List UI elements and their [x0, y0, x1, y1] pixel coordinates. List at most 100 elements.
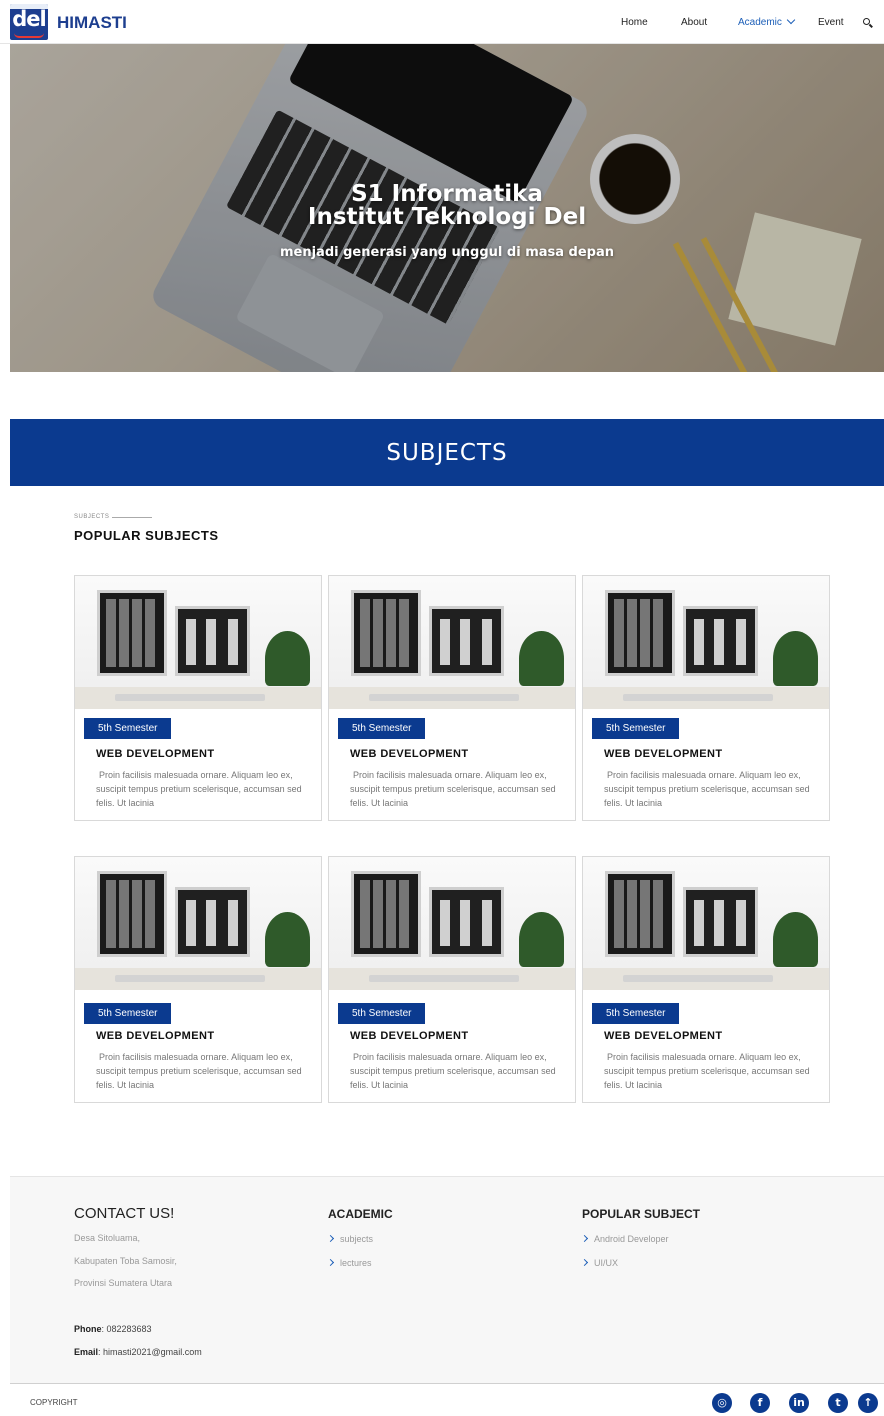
footer-link-subjects[interactable]: subjects	[326, 1234, 374, 1244]
footer-link-label: UI/UX	[594, 1258, 619, 1268]
card-description: Proin facilisis malesuada ornare. Aliqua…	[96, 1052, 302, 1090]
facebook-icon[interactable]: f	[750, 1393, 770, 1413]
monitor-left	[605, 871, 675, 957]
monitor-column	[694, 900, 704, 946]
nav-event[interactable]: Event	[818, 17, 844, 28]
plant	[265, 912, 310, 967]
email-row: Email: himasti2021@gmail.com	[74, 1347, 202, 1357]
hero-tagline: menjadi generasi yang unggul di masa dep…	[279, 245, 615, 260]
monitor-right	[683, 887, 758, 957]
monitor-column	[714, 900, 724, 946]
subject-card[interactable]: 5th Semester WEB DEVELOPMENT Proin facil…	[582, 575, 830, 821]
card-description: Proin facilisis malesuada ornare. Aliqua…	[350, 1052, 556, 1090]
site-header: del HIMASTI Home About Academic Event	[0, 0, 884, 44]
monitor-left	[351, 871, 421, 957]
footer-link-lectures[interactable]: lectures	[326, 1258, 372, 1268]
bottom-bar: COPYRIGHT ◎ f in t ↑	[10, 1383, 884, 1416]
card-title[interactable]: WEB DEVELOPMENT	[350, 1030, 468, 1042]
monitor-column	[482, 619, 492, 665]
monitor-right	[175, 606, 250, 676]
search-icon[interactable]	[863, 18, 870, 25]
chevron-right-icon	[580, 1258, 589, 1267]
semester-badge: 5th Semester	[592, 718, 680, 739]
plant	[519, 631, 564, 686]
footer-link-uiux[interactable]: UI/UX	[580, 1258, 619, 1268]
card-title[interactable]: WEB DEVELOPMENT	[350, 748, 468, 760]
twitter-icon[interactable]: t	[828, 1393, 848, 1413]
back-to-top-icon[interactable]: ↑	[858, 1393, 878, 1413]
card-title[interactable]: WEB DEVELOPMENT	[96, 1030, 214, 1042]
monitor-column	[482, 900, 492, 946]
monitor-column	[714, 619, 724, 665]
phone-row: Phone: 082283683	[74, 1324, 152, 1334]
subject-card[interactable]: 5th Semester WEB DEVELOPMENT Proin facil…	[328, 575, 576, 821]
semester-badge: 5th Semester	[592, 1003, 680, 1024]
address-line: Desa Sitoluama,	[74, 1233, 141, 1243]
semester-badge: 5th Semester	[338, 718, 426, 739]
instagram-icon[interactable]: ◎	[712, 1393, 732, 1413]
card-image	[583, 857, 829, 990]
logo-text: del	[12, 7, 46, 31]
banner-title: SUBJECTS	[386, 440, 508, 466]
subject-card[interactable]: 5th Semester WEB DEVELOPMENT Proin facil…	[582, 856, 830, 1103]
subject-card[interactable]: 5th Semester WEB DEVELOPMENT Proin facil…	[74, 575, 322, 821]
card-title[interactable]: WEB DEVELOPMENT	[96, 748, 214, 760]
desk-keyboard	[369, 694, 519, 701]
linkedin-icon[interactable]: in	[789, 1393, 809, 1413]
del-logo[interactable]: del	[10, 4, 48, 40]
card-image	[75, 576, 321, 709]
footer-link-label: subjects	[340, 1234, 374, 1244]
popular-subject-title: POPULAR SUBJECT	[582, 1207, 701, 1221]
monitor-right	[429, 606, 504, 676]
subject-card[interactable]: 5th Semester WEB DEVELOPMENT Proin facil…	[328, 856, 576, 1103]
monitor-tiles	[614, 880, 666, 948]
card-title[interactable]: WEB DEVELOPMENT	[604, 748, 722, 760]
nav-academic[interactable]: Academic	[738, 15, 796, 28]
phone-label: Phone	[74, 1324, 102, 1334]
plant	[773, 912, 818, 967]
monitor-column	[186, 900, 196, 946]
footer-link-label: Android Developer	[594, 1234, 669, 1244]
desk-keyboard	[623, 694, 773, 701]
monitor-right	[175, 887, 250, 957]
monitor-column	[206, 900, 216, 946]
monitor-column	[460, 619, 470, 665]
card-description: Proin facilisis malesuada ornare. Aliqua…	[350, 770, 556, 808]
desk-keyboard	[115, 694, 265, 701]
monitor-column	[206, 619, 216, 665]
monitor-right	[683, 606, 758, 676]
footer-link-android[interactable]: Android Developer	[580, 1234, 669, 1244]
phone-value: : 082283683	[101, 1324, 152, 1334]
monitor-column	[736, 619, 746, 665]
semester-badge: 5th Semester	[84, 1003, 172, 1024]
kicker-line	[112, 517, 152, 518]
semester-badge: 5th Semester	[84, 718, 172, 739]
nav-about[interactable]: About	[681, 17, 707, 28]
hero-title-line2: Institut Teknologi Del	[307, 204, 587, 230]
email-label: Email	[74, 1347, 99, 1357]
card-title[interactable]: WEB DEVELOPMENT	[604, 1030, 722, 1042]
monitor-column	[736, 900, 746, 946]
chevron-right-icon	[326, 1258, 335, 1267]
monitor-column	[228, 900, 238, 946]
section-kicker: SUBJECTS	[74, 514, 110, 520]
desk-keyboard	[115, 975, 265, 982]
copyright-text: COPYRIGHT	[30, 1398, 78, 1407]
semester-badge: 5th Semester	[338, 1003, 426, 1024]
card-image	[75, 857, 321, 990]
monitor-tiles	[360, 880, 412, 948]
address-line: Kabupaten Toba Samosir,	[74, 1256, 177, 1266]
plant	[265, 631, 310, 686]
monitor-column	[228, 619, 238, 665]
hero-banner: S1 Informatika Institut Teknologi Del me…	[10, 44, 884, 372]
chevron-right-icon	[326, 1234, 335, 1243]
logo-arc	[14, 33, 44, 38]
monitor-column	[694, 619, 704, 665]
subject-card[interactable]: 5th Semester WEB DEVELOPMENT Proin facil…	[74, 856, 322, 1103]
monitor-left	[351, 590, 421, 676]
email-value[interactable]: : himasti2021@gmail.com	[98, 1347, 202, 1357]
monitor-column	[440, 900, 450, 946]
nav-home[interactable]: Home	[621, 17, 648, 28]
nav-academic-label: Academic	[738, 17, 782, 28]
brand-name[interactable]: HIMASTI	[57, 13, 127, 33]
